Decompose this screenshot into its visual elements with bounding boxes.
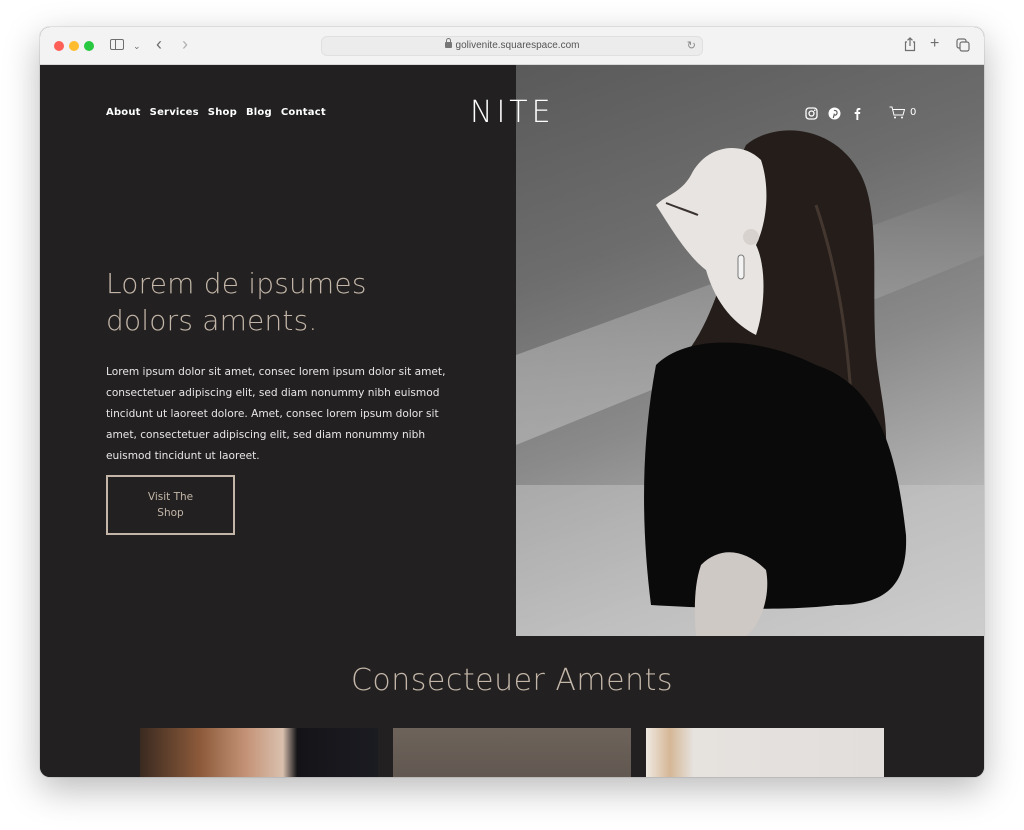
share-icon[interactable] <box>904 37 916 52</box>
social-links <box>805 107 864 120</box>
nav-link-blog[interactable]: Blog <box>246 107 272 118</box>
gallery-card-1[interactable] <box>140 728 378 777</box>
close-window-button[interactable] <box>54 41 64 51</box>
hero-image <box>516 65 984 636</box>
cart-button[interactable]: 0 <box>889 106 916 119</box>
new-tab-button[interactable]: + <box>930 35 939 53</box>
web-page: About Services Shop Blog Contact NITE 0 … <box>40 65 984 777</box>
instagram-icon[interactable] <box>805 107 818 120</box>
lock-icon <box>444 38 452 48</box>
hero-headline-line-1: Lorem de ipsumes <box>106 267 367 300</box>
facebook-icon[interactable] <box>851 107 864 120</box>
nav-link-services[interactable]: Services <box>150 107 199 118</box>
reload-button[interactable]: ↻ <box>687 37 696 55</box>
tabs-overview-icon[interactable] <box>956 38 970 52</box>
back-button[interactable]: ‹ <box>156 35 162 53</box>
gallery-card-3[interactable] <box>646 728 884 777</box>
minimize-window-button[interactable] <box>69 41 79 51</box>
browser-window: ⌄ ‹ › golivenite.squarespace.com ↻ + Abo… <box>40 27 984 777</box>
section-title: Consecteuer Aments <box>350 663 674 698</box>
portrait-illustration <box>516 130 984 636</box>
visit-shop-button[interactable]: Visit The Shop <box>106 475 235 535</box>
cart-icon <box>889 106 906 119</box>
maximize-window-button[interactable] <box>84 41 94 51</box>
main-nav: About Services Shop Blog Contact <box>106 107 326 118</box>
forward-button[interactable]: › <box>182 35 188 53</box>
site-logo[interactable]: NITE <box>470 95 552 130</box>
gallery-card-2[interactable] <box>393 728 631 777</box>
hero-headline-line-2: dolors aments. <box>106 304 318 337</box>
address-bar[interactable]: golivenite.squarespace.com ↻ <box>321 36 703 56</box>
hero-body-text: Lorem ipsum dolor sit amet, consec lorem… <box>106 366 446 462</box>
hero-headline: Lorem de ipsumes dolors aments. <box>106 265 436 339</box>
pinterest-icon[interactable] <box>828 107 841 120</box>
browser-toolbar: ⌄ ‹ › golivenite.squarespace.com ↻ + <box>40 27 984 65</box>
url-text: golivenite.squarespace.com <box>455 40 580 51</box>
nav-link-about[interactable]: About <box>106 107 141 118</box>
cart-count: 0 <box>910 107 917 118</box>
chevron-down-icon[interactable]: ⌄ <box>133 37 141 55</box>
nav-link-shop[interactable]: Shop <box>208 107 237 118</box>
nav-link-contact[interactable]: Contact <box>281 107 326 118</box>
sidebar-toggle-icon[interactable] <box>110 39 124 50</box>
